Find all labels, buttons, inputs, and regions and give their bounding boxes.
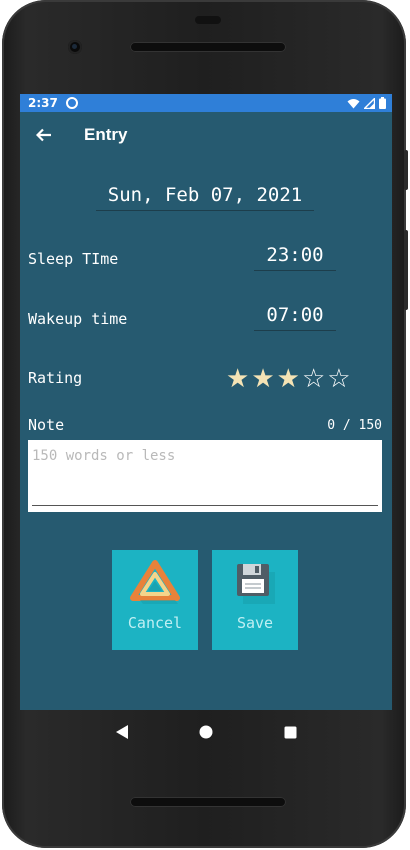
app-bar: Entry: [20, 112, 392, 158]
star-empty-icon[interactable]: ☆: [302, 366, 325, 392]
star-filled-icon[interactable]: ★: [277, 366, 300, 392]
app-screen: 2:37 Entry Sun, Feb 07, 2021 Sleep TIme …: [20, 94, 392, 710]
earpiece-speaker: [130, 42, 286, 52]
recents-nav-icon[interactable]: [284, 726, 297, 739]
system-nav-bar: [20, 710, 392, 754]
battery-icon: [379, 97, 386, 109]
signal-icon: [364, 97, 375, 109]
sleep-time-field[interactable]: 23:00: [254, 244, 336, 271]
back-button[interactable]: [20, 123, 68, 147]
front-camera: [68, 40, 82, 54]
status-icons: [347, 97, 386, 109]
volume-button[interactable]: [404, 230, 408, 310]
cancel-button[interactable]: Cancel: [112, 550, 198, 650]
note-counter: 0 / 150: [327, 418, 382, 433]
warning-triangle-icon: [130, 560, 180, 604]
rating-stars[interactable]: ★ ★ ★ ☆ ☆: [226, 366, 351, 392]
back-nav-icon[interactable]: [115, 724, 129, 740]
rating-label: Rating: [28, 369, 83, 387]
save-label: Save: [236, 614, 274, 632]
wakeup-time-label: Wakeup time: [28, 310, 128, 328]
star-filled-icon[interactable]: ★: [251, 366, 274, 392]
wakeup-time-field[interactable]: 07:00: [254, 304, 336, 331]
status-time: 2:37: [28, 96, 58, 110]
cancel-label: Cancel: [127, 614, 183, 632]
bottom-speaker: [130, 797, 286, 807]
note-underline: [32, 505, 378, 506]
save-button[interactable]: Save: [212, 550, 298, 650]
page-title: Entry: [84, 125, 128, 144]
date-picker-field[interactable]: Sun, Feb 07, 2021: [96, 184, 314, 211]
sleep-time-label: Sleep TIme: [28, 250, 119, 268]
sync-icon: [65, 97, 78, 109]
arrow-left-icon: [35, 128, 51, 142]
note-label: Note: [28, 416, 65, 434]
star-filled-icon[interactable]: ★: [226, 366, 249, 392]
power-button[interactable]: [404, 150, 408, 190]
star-empty-icon[interactable]: ☆: [327, 366, 350, 392]
note-box: [28, 440, 382, 512]
proximity-sensor: [195, 16, 221, 24]
home-nav-icon[interactable]: [199, 725, 213, 739]
note-input[interactable]: [28, 440, 382, 502]
wifi-icon: [347, 98, 360, 108]
status-bar: 2:37: [20, 94, 392, 112]
floppy-disk-icon: [237, 564, 275, 604]
